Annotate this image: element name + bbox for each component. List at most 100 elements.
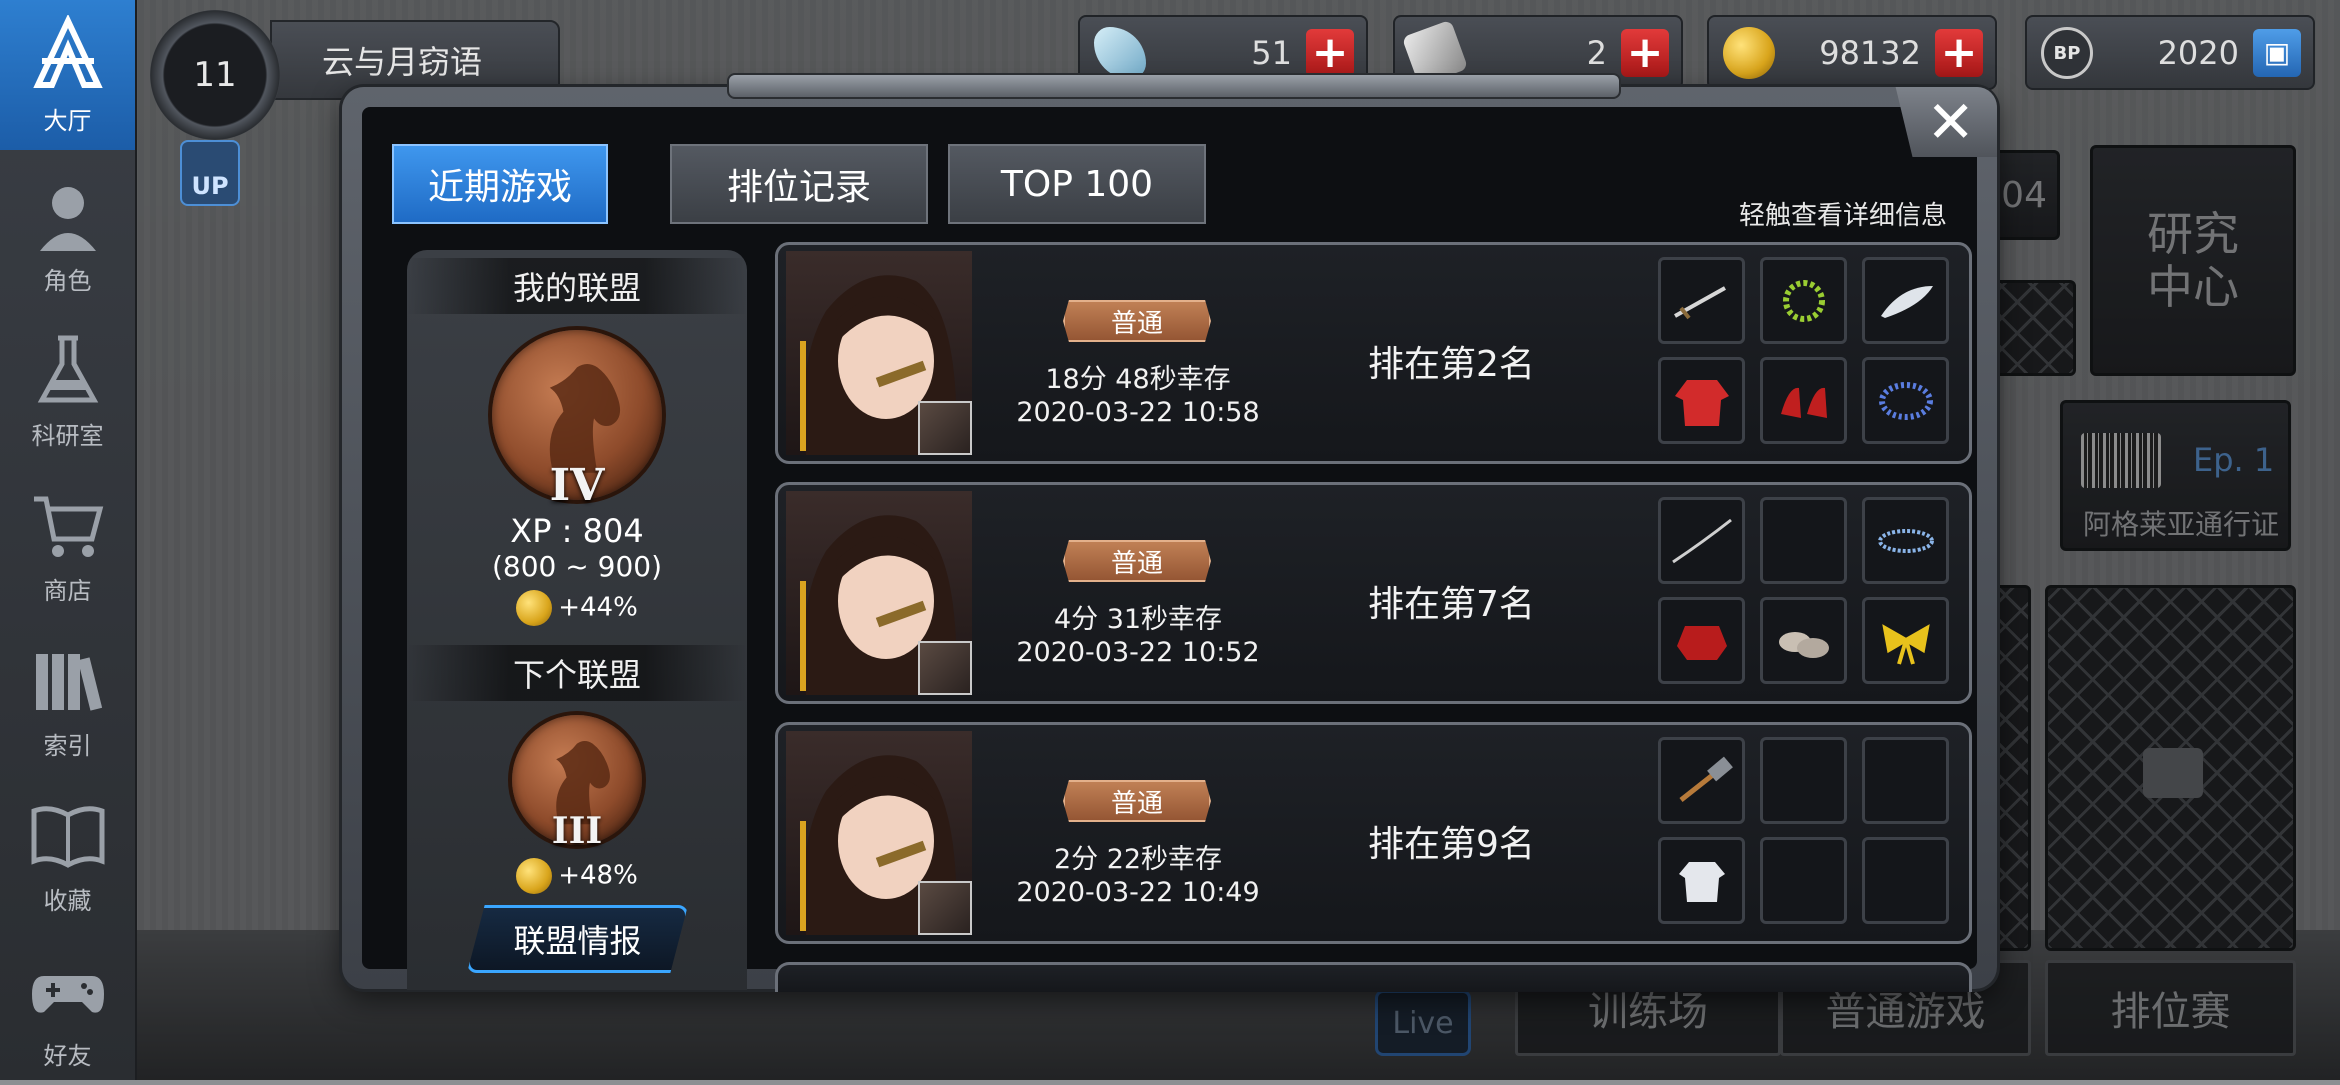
coin-icon [516,858,553,894]
item-slot[interactable] [1658,257,1745,344]
my-league-title: 我的联盟 [407,258,747,314]
item-slot[interactable] [1658,737,1745,824]
item-slot[interactable] [1862,497,1949,584]
item-slot[interactable] [1658,837,1745,924]
survival-time: 18分 48秒幸存 [1045,364,1231,395]
sidebar-label: 好友 [43,1041,92,1070]
bp-icon: BP [2041,27,2093,79]
item-slot-empty[interactable] [1862,837,1949,924]
sidebar-item-character[interactable]: 角色 [0,160,135,310]
next-bonus: +48% [407,858,747,894]
sidebar-item-friends[interactable]: 好友 [0,935,135,1085]
ticket-value: 2 [1586,33,1607,72]
sidebar-label: 科研室 [31,421,104,450]
current-bonus-value: +44% [558,592,638,623]
league-xp-range: (800 ~ 900) [492,550,662,583]
sword-icon [1673,285,1726,319]
item-slot[interactable] [1760,357,1847,444]
match-record-card[interactable]: 普通 2分 22秒幸存 2020-03-22 10:49 排在第9名 [775,722,1972,944]
chain-icon [1877,528,1934,553]
survival-time: 2分 22秒幸存 [1053,844,1223,875]
hammer-icon [1678,756,1733,802]
item-slot-empty[interactable] [1760,737,1847,824]
item-slot[interactable] [1862,597,1949,684]
bp-card-button[interactable]: ▣ [2253,28,2301,77]
item-slot-empty[interactable] [1760,497,1847,584]
sidebar-item-lobby[interactable]: 大厅 [0,0,135,150]
resource-bp: BP 2020 ▣ [2025,15,2315,90]
sidebar-label: 索引 [43,731,92,760]
sidebar-item-collection[interactable]: 收藏 [0,780,135,930]
character-icon [39,186,96,251]
item-slot[interactable] [1862,357,1949,444]
league-panel: 我的联盟 IV XP : 804 (800 ~ 900) +44% 下个联盟 I… [407,250,747,990]
tap-hint: 轻触查看详细信息 [1738,201,1947,231]
weapon-mastery-icon [918,641,972,695]
game-mode-badge: 普通 [1063,780,1211,822]
coin-value: 98132 [1819,33,1921,72]
add-crystal-button[interactable]: + [1306,28,1354,77]
add-coin-button[interactable]: + [1935,28,1983,77]
crystal-value: 51 [1251,33,1292,72]
level-up-icon[interactable]: UP [180,140,240,206]
survival-time: 4分 31秒幸存 [1053,604,1223,635]
item-slot[interactable] [1658,497,1745,584]
sidebar-label: 收藏 [43,886,92,915]
modal-body: 近期游戏 排位记录 TOP 100 轻触查看详细信息 我的联盟 IV XP : … [362,107,1977,992]
league-xp: XP : 804 [510,512,644,550]
coin-icon [1723,27,1775,79]
item-slot-empty[interactable] [1862,737,1949,824]
sidebar-label: 商店 [43,576,92,605]
match-timestamp: 2020-03-22 10:49 [1016,877,1260,908]
sidebar-item-index[interactable]: 索引 [0,625,135,775]
resource-coin: 98132 + [1707,15,1997,90]
next-league-title: 下个联盟 [407,645,747,701]
league-info-button[interactable]: 联盟情报 [467,905,688,973]
player-level: 11 [193,55,237,95]
sidebar-label: 角色 [43,266,92,295]
item-slot[interactable] [1760,597,1847,684]
sidebar-item-lab[interactable]: 科研室 [0,315,135,465]
player-level-badge[interactable]: 11 [150,10,280,140]
item-slot[interactable] [1862,257,1949,344]
open-book-icon [31,805,104,868]
slippers-icon [1778,631,1829,658]
coin-icon [516,590,553,626]
katana-icon [1671,518,1732,563]
tab-label: TOP 100 [1000,163,1154,205]
close-icon: ✕ [1926,88,1975,156]
bp-value: 2020 [2157,33,2239,72]
sidebar-item-shop[interactable]: 商店 [0,470,135,620]
match-timestamp: 2020-03-22 10:52 [1016,637,1260,668]
laurel-wreath-icon [1782,279,1825,322]
sidebar-label: 大厅 [43,106,92,135]
item-slot[interactable] [1658,597,1745,684]
item-slot[interactable] [1658,357,1745,444]
crystal-icon [1094,27,1146,79]
bp-icon-text: BP [2053,42,2081,64]
red-jacket-icon [1674,379,1729,426]
item-slot[interactable] [1760,257,1847,344]
match-rank: 排在第7名 [1368,584,1535,625]
sidebar: 大厅 角色 科研室 商店 索引 收藏 好友 [0,0,137,1080]
player-name: 云与月窃语 [322,43,483,81]
match-record-card[interactable]: 普通 18分 48秒幸存 2020-03-22 10:58 排在第2名 [775,242,1972,464]
tab-top-100[interactable]: TOP 100 [948,144,1206,224]
match-record-card-partial[interactable] [775,962,1972,992]
next-bonus-value: +48% [558,860,638,891]
character-portrait [786,491,972,695]
match-timestamp: 2020-03-22 10:58 [1016,397,1260,428]
red-heels-icon [1780,387,1827,418]
tab-ranked-history[interactable]: 排位记录 [670,144,928,224]
add-ticket-button[interactable]: + [1621,28,1669,77]
game-mode-badge: 普通 [1063,300,1211,342]
cart-icon [33,496,103,557]
current-bonus: +44% [407,590,747,626]
tab-recent-games[interactable]: 近期游戏 [392,144,608,224]
character-portrait [786,731,972,935]
character-portrait [786,251,972,455]
match-record-card[interactable]: 普通 4分 31秒幸存 2020-03-22 10:52 排在第7名 [775,482,1972,704]
books-icon [35,653,102,711]
item-slot-empty[interactable] [1760,837,1847,924]
next-tier: III [551,810,603,852]
